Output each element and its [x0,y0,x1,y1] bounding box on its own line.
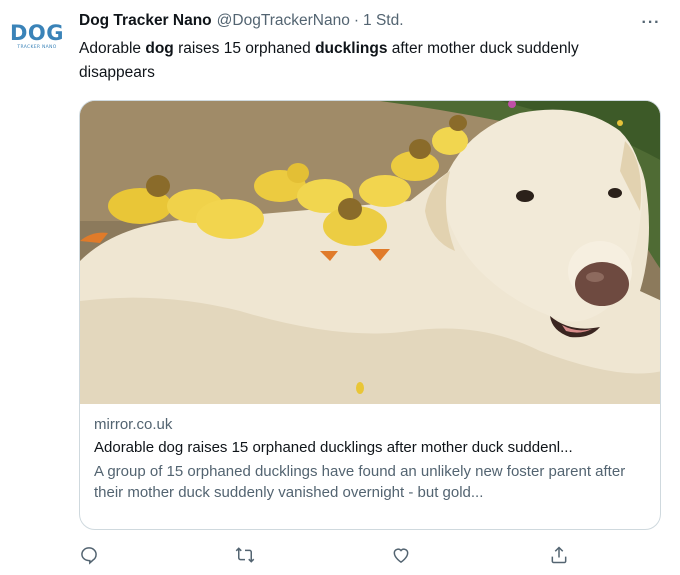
tweet-text-part: Adorable [79,40,146,57]
like-icon-svg [393,548,409,563]
card-description: A group of 15 orphaned ducklings have fo… [94,463,626,501]
dog-nose [575,262,629,306]
tweet[interactable]: DOG TRACKER NANO Dog Tracker Nano @DogTr… [0,0,680,575]
tweet-header: Dog Tracker Nano @DogTrackerNano · 1 Std… [79,12,404,34]
retweet-icon[interactable] [232,542,258,568]
card-title: Adorable dog raises 15 orphaned duckling… [94,439,573,456]
share-icon[interactable] [546,542,572,568]
flower [617,120,623,126]
tweet-text-part: raises 15 orphaned [173,40,316,57]
tweet-text: Adorable dog raises 15 orphaned duckling… [79,37,649,85]
reply-icon[interactable] [76,542,102,568]
dog-with-ducklings-image [80,101,660,404]
retweet-icon-svg [235,547,255,563]
share-icon-svg [551,546,567,564]
user-handle[interactable]: @DogTrackerNano [217,12,350,30]
dog-eye-left [516,190,534,202]
tweet-text-bold-dog: dog [145,40,174,57]
card-domain: mirror.co.uk [94,416,173,433]
avatar-logo-subtext: TRACKER NANO [17,45,57,50]
dog-nose-highlight [586,272,604,282]
timestamp[interactable]: 1 Std. [363,12,404,30]
dog-eye-right [608,188,622,198]
tweet-text-bold-ducklings: ducklings [315,40,388,57]
like-icon[interactable] [388,542,414,568]
link-card[interactable]: mirror.co.uk Adorable dog raises 15 orph… [79,100,661,530]
card-text: mirror.co.uk Adorable dog raises 15 orph… [94,415,650,503]
display-name[interactable]: Dog Tracker Nano [79,12,212,30]
avatar[interactable]: DOG TRACKER NANO [10,22,64,56]
avatar-logo-text: DOG [10,21,65,45]
more-options-icon[interactable]: ··· [640,12,662,34]
separator-dot: · [353,12,360,29]
card-image[interactable] [80,101,660,404]
reply-icon-svg [81,547,97,565]
tweet-actions [76,542,576,572]
